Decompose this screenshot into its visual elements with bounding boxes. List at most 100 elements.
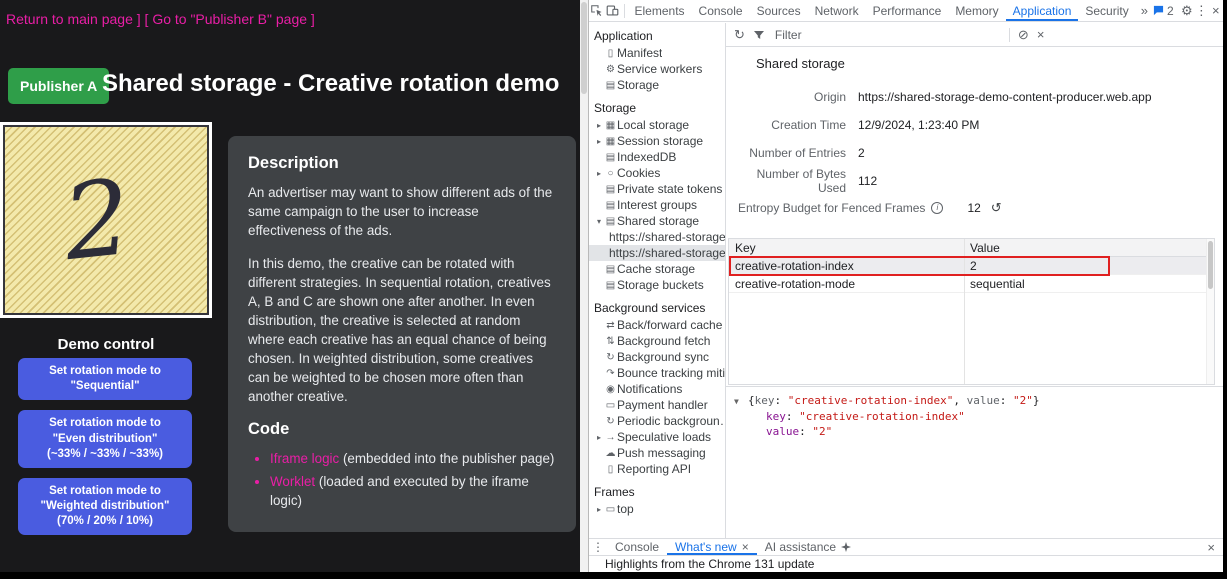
button-line: Set rotation mode to bbox=[24, 484, 186, 499]
tab-application[interactable]: Application bbox=[1006, 0, 1079, 21]
sidebar-item-back-forward-cache[interactable]: ⇄Back/forward cache bbox=[589, 317, 725, 333]
sidebar-section-storage: Storage bbox=[589, 99, 725, 117]
close-tab-icon[interactable]: × bbox=[742, 540, 749, 554]
fetch-arrows-icon: ⇅ bbox=[604, 336, 617, 347]
tab-performance[interactable]: Performance bbox=[866, 0, 949, 21]
refresh-icon[interactable]: ↻ bbox=[734, 27, 745, 43]
scrollbar-thumb[interactable] bbox=[1208, 241, 1213, 289]
clock-icon: ↻ bbox=[604, 416, 617, 427]
entropy-label: Entropy Budget for Fenced Frames bbox=[738, 201, 925, 215]
sidebar-item-notifications[interactable]: ◉Notifications bbox=[589, 381, 725, 397]
database-icon: ▤ bbox=[604, 264, 617, 275]
arrow-right-icon: → bbox=[604, 432, 617, 443]
reset-budget-icon[interactable]: ↺ bbox=[991, 200, 1002, 216]
sidebar-item-storage[interactable]: ▤Storage bbox=[589, 77, 725, 93]
sidebar-item-shared-storage-origin-2[interactable]: https://shared-storage… bbox=[589, 245, 725, 261]
drawer-close-icon[interactable]: × bbox=[1199, 540, 1223, 555]
key-column-header[interactable]: Key bbox=[729, 239, 964, 256]
sidebar-item-reporting-api[interactable]: ▯Reporting API bbox=[589, 461, 725, 477]
chevron-down-icon[interactable]: ▾ bbox=[594, 217, 604, 226]
devtools-close-icon[interactable]: × bbox=[1209, 0, 1223, 22]
list-item: Worklet (loaded and executed by the ifra… bbox=[270, 472, 556, 511]
tab-elements[interactable]: Elements bbox=[628, 0, 692, 21]
sidebar-item-private-state-tokens[interactable]: ▤Private state tokens bbox=[589, 181, 725, 197]
sidebar-item-bounce-tracking[interactable]: ↷Bounce tracking miti… bbox=[589, 365, 725, 381]
even-distribution-button[interactable]: Set rotation mode to "Even distribution"… bbox=[18, 410, 192, 468]
sidebar-item-top-frame[interactable]: ▸▭top bbox=[589, 501, 725, 517]
sidebar-item-background-sync[interactable]: ↻Background sync bbox=[589, 349, 725, 365]
table-cell-value: sequential bbox=[964, 275, 1214, 292]
sidebar-item-interest-groups[interactable]: ▤Interest groups bbox=[589, 197, 725, 213]
clear-icon[interactable]: × bbox=[1037, 27, 1045, 42]
page-scrollbar[interactable] bbox=[580, 0, 588, 572]
field-origin: Origin https://shared-storage-demo-conte… bbox=[726, 83, 1223, 111]
sequential-mode-button[interactable]: Set rotation mode to "Sequential" bbox=[18, 358, 192, 400]
chevron-right-icon[interactable]: ▸ bbox=[594, 121, 604, 130]
expand-triangle-icon[interactable]: ▼ bbox=[734, 394, 748, 409]
sidebar-item-cookies[interactable]: ▸○Cookies bbox=[589, 165, 725, 181]
sidebar-item-storage-buckets[interactable]: ▤Storage buckets bbox=[589, 277, 725, 293]
sidebar-item-indexeddb[interactable]: ▤IndexedDB bbox=[589, 149, 725, 165]
tab-sources[interactable]: Sources bbox=[750, 0, 808, 21]
sidebar-item-speculative-loads[interactable]: ▸→Speculative loads bbox=[589, 429, 725, 445]
table-scrollbar[interactable] bbox=[1206, 239, 1214, 384]
info-icon[interactable]: i bbox=[931, 202, 943, 214]
publisher-b-link[interactable]: Go to "Publisher B" page bbox=[152, 11, 307, 27]
panel-toolbar: ↻ ⊘ × bbox=[726, 23, 1223, 47]
status-text: Highlights from the Chrome 131 update bbox=[605, 557, 814, 571]
devtools-menu-icon[interactable]: ⋮ bbox=[1194, 0, 1208, 22]
return-main-link[interactable]: Return to main page bbox=[6, 11, 133, 27]
table-row-creative-rotation-index[interactable]: creative-rotation-index 2 bbox=[729, 257, 1214, 275]
tab-whats-new[interactable]: What's new × bbox=[667, 539, 757, 555]
sidebar-item-local-storage[interactable]: ▸▦Local storage bbox=[589, 117, 725, 133]
shared-storage-panel: ↻ ⊘ × Shared storage Origin https://shar… bbox=[726, 23, 1223, 538]
publisher-page: Return to main page ] [ Go to "Publisher… bbox=[0, 0, 580, 572]
worklet-link[interactable]: Worklet bbox=[270, 474, 315, 489]
sidebar-item-shared-storage-origin-1[interactable]: https://shared-storage… bbox=[589, 229, 725, 245]
sidebar-item-manifest[interactable]: ▯Manifest bbox=[589, 45, 725, 61]
inspect-element-icon[interactable] bbox=[589, 4, 605, 17]
tab-label: What's new bbox=[675, 540, 737, 554]
more-tabs-icon[interactable]: » bbox=[1136, 0, 1153, 21]
chevron-right-icon[interactable]: ▸ bbox=[594, 433, 604, 442]
chevron-right-icon[interactable]: ▸ bbox=[594, 137, 604, 146]
publisher-badge: Publisher A bbox=[8, 68, 109, 104]
tab-console-drawer[interactable]: Console bbox=[607, 539, 667, 555]
ad-creative[interactable]: 2 bbox=[3, 125, 209, 315]
sidebar-item-shared-storage[interactable]: ▾▤Shared storage bbox=[589, 213, 725, 229]
chevron-right-icon[interactable]: ▸ bbox=[594, 169, 604, 178]
tab-security[interactable]: Security bbox=[1078, 0, 1135, 21]
sidebar-item-cache-storage[interactable]: ▤Cache storage bbox=[589, 261, 725, 277]
field-value: 2 bbox=[858, 146, 865, 160]
sidebar-item-background-fetch[interactable]: ⇅Background fetch bbox=[589, 333, 725, 349]
device-toolbar-icon[interactable] bbox=[605, 4, 621, 17]
table-icon: ▦ bbox=[604, 120, 617, 131]
preview-summary[interactable]: ▼{key: "creative-rotation-index", value:… bbox=[734, 393, 1215, 409]
chevron-right-icon[interactable]: ▸ bbox=[594, 505, 604, 514]
delete-all-icon[interactable]: ⊘ bbox=[1018, 27, 1029, 43]
database-icon: ▤ bbox=[604, 152, 617, 163]
sidebar-item-payment-handler[interactable]: ▭Payment handler bbox=[589, 397, 725, 413]
sidebar-item-periodic-background-sync[interactable]: ↻Periodic backgroun… bbox=[589, 413, 725, 429]
weighted-distribution-button[interactable]: Set rotation mode to "Weighted distribut… bbox=[18, 478, 192, 536]
tab-network[interactable]: Network bbox=[808, 0, 866, 21]
tab-ai-assistance[interactable]: AI assistance bbox=[757, 539, 859, 555]
sidebar-item-service-workers[interactable]: ⚙Service workers bbox=[589, 61, 725, 77]
panel-title: Shared storage bbox=[756, 56, 1223, 71]
sidebar-item-session-storage[interactable]: ▸▦Session storage bbox=[589, 133, 725, 149]
sidebar-item-push-messaging[interactable]: ☁Push messaging bbox=[589, 445, 725, 461]
scrollbar-thumb[interactable] bbox=[581, 2, 587, 94]
drawer-tabbar: ⋮ Console What's new × AI assistance × bbox=[589, 538, 1223, 555]
field-label: Creation Time bbox=[726, 118, 846, 132]
value-column-header[interactable]: Value bbox=[964, 239, 1214, 256]
tab-console[interactable]: Console bbox=[692, 0, 750, 21]
table-row-creative-rotation-mode[interactable]: creative-rotation-mode sequential bbox=[729, 275, 1214, 293]
filter-input[interactable] bbox=[773, 27, 923, 43]
iframe-logic-link[interactable]: Iframe logic bbox=[270, 451, 339, 466]
settings-gear-icon[interactable]: ⚙ bbox=[1180, 0, 1194, 22]
drawer-menu-icon[interactable]: ⋮ bbox=[589, 540, 607, 554]
ad-creative-frame: 2 bbox=[0, 122, 212, 318]
tab-memory[interactable]: Memory bbox=[948, 0, 1005, 21]
demo-control-heading: Demo control bbox=[0, 336, 212, 353]
issues-counter[interactable]: 2 bbox=[1153, 4, 1174, 18]
